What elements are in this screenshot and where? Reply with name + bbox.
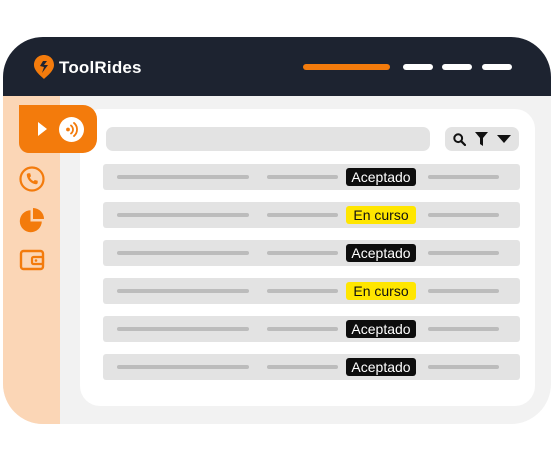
play-icon: [38, 122, 47, 136]
ride-row[interactable]: Aceptado: [103, 316, 520, 342]
ride-row[interactable]: Aceptado: [103, 354, 520, 380]
status-badge: En curso: [346, 282, 416, 300]
ride-field-time: [428, 251, 499, 255]
broadcast-icon: [59, 117, 84, 142]
ride-field-origin: [117, 289, 249, 293]
ride-field-time: [428, 175, 499, 179]
ride-field-origin: [117, 213, 249, 217]
ride-row[interactable]: Aceptado: [103, 240, 520, 266]
chevron-down-icon[interactable]: [495, 127, 513, 151]
phone-icon: [19, 166, 45, 192]
nav-item[interactable]: [442, 64, 472, 70]
wallet-icon: [19, 249, 45, 271]
ride-field-time: [428, 327, 499, 331]
rides-panel: Aceptado En curso Aceptado En curso Aceptado…: [80, 109, 535, 406]
ride-field-time: [428, 365, 499, 369]
search-input[interactable]: [106, 127, 430, 151]
status-badge: Aceptado: [346, 168, 416, 186]
pie-chart-icon: [19, 208, 44, 233]
ride-row[interactable]: En curso: [103, 202, 520, 228]
ride-field-driver: [267, 365, 338, 369]
ride-row[interactable]: Aceptado: [103, 164, 520, 190]
filter-icon[interactable]: [473, 127, 489, 151]
app-window: ToolRides Aceptado En curso Aceptado En …: [3, 37, 551, 424]
ride-field-driver: [267, 213, 338, 217]
ride-field-origin: [117, 175, 249, 179]
ride-field-origin: [117, 365, 249, 369]
ride-field-origin: [117, 327, 249, 331]
top-bar: ToolRides: [3, 37, 551, 96]
sidebar-item-wallet[interactable]: [19, 247, 45, 273]
ride-row[interactable]: En curso: [103, 278, 520, 304]
ride-field-driver: [267, 175, 338, 179]
sidebar-item-calls[interactable]: [19, 166, 45, 192]
ride-field-time: [428, 289, 499, 293]
ride-field-driver: [267, 327, 338, 331]
nav-item-active[interactable]: [303, 64, 390, 70]
sidebar-item-live-tracking[interactable]: [19, 105, 97, 153]
status-badge: Aceptado: [346, 358, 416, 376]
sidebar-item-reports[interactable]: [19, 207, 45, 233]
ride-field-driver: [267, 251, 338, 255]
status-badge: En curso: [346, 206, 416, 224]
ride-field-time: [428, 213, 499, 217]
map-pin-icon: [34, 55, 54, 79]
filter-toolbar: [445, 127, 519, 151]
nav-item[interactable]: [403, 64, 433, 70]
ride-field-driver: [267, 289, 338, 293]
logo[interactable]: ToolRides: [33, 54, 142, 80]
app-name: ToolRides: [59, 57, 142, 77]
search-icon[interactable]: [451, 127, 467, 151]
ride-field-origin: [117, 251, 249, 255]
nav-item[interactable]: [482, 64, 512, 70]
status-badge: Aceptado: [346, 244, 416, 262]
status-badge: Aceptado: [346, 320, 416, 338]
